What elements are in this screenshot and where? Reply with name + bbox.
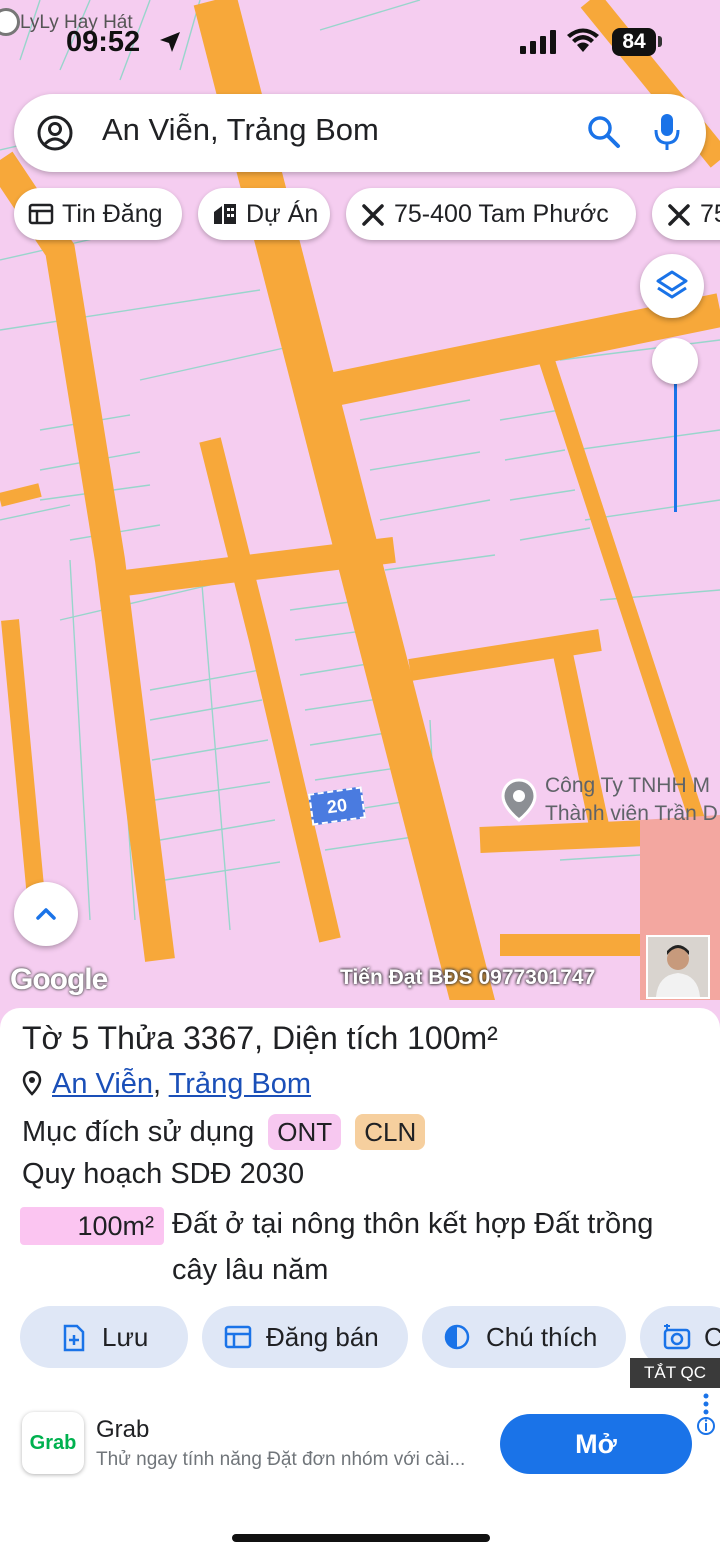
expand-sheet-button[interactable] <box>14 882 78 946</box>
tools-icon <box>668 204 690 226</box>
parcel-location: An Viễn, Trảng Bom <box>22 1068 311 1101</box>
clock: 09:52 <box>66 26 141 58</box>
watermark-text: Tiến Đạt BĐS 0977301747 <box>340 966 596 989</box>
legend-button[interactable]: Chú thích <box>422 1306 626 1368</box>
search-input[interactable]: An Viễn, Trảng Bom <box>102 112 379 148</box>
district-link[interactable]: Trảng Bom <box>169 1068 311 1100</box>
google-logo: Google <box>10 963 108 996</box>
post-sale-button[interactable]: Đăng bán <box>202 1306 408 1368</box>
chip-label: 75-400 Tam Phước <box>394 200 609 228</box>
save-button[interactable]: Lưu <box>20 1306 188 1368</box>
search-icon[interactable] <box>586 114 622 150</box>
search-bar[interactable]: An Viễn, Trảng Bom <box>14 94 706 172</box>
battery-level: 84 <box>612 28 656 56</box>
chip-listings[interactable]: Tin Đăng <box>14 188 182 240</box>
watermark-avatar <box>646 935 710 999</box>
ad-info-icon[interactable] <box>696 1392 716 1440</box>
chip-label: Dự Án <box>246 200 319 228</box>
location-arrow-icon <box>160 32 180 52</box>
layers-icon <box>656 270 688 299</box>
cell-signal-icon <box>520 30 556 54</box>
usage-tag-cln: CLN <box>355 1114 426 1150</box>
usage-label: Mục đích sử dụng <box>22 1116 255 1148</box>
ad-open-button[interactable]: Mở <box>500 1414 692 1474</box>
chip-saved-search[interactable]: 75-400 Tam Phước <box>346 188 636 240</box>
tools-icon <box>362 204 384 226</box>
grab-logo[interactable]: Grab <box>22 1412 84 1474</box>
usage-tag-ont: ONT <box>268 1114 342 1150</box>
usage-row: Mục đích sử dụng ONT CLN <box>22 1114 426 1150</box>
location-pin-icon <box>22 1070 42 1096</box>
listing-icon <box>28 203 54 225</box>
ad-text[interactable]: Thử ngay tính năng Đặt đơn nhóm với cài.… <box>96 1449 465 1471</box>
close-ad-button[interactable]: TẮT QC <box>630 1358 720 1388</box>
plan-label: Quy hoạch SDĐ 2030 <box>22 1158 305 1190</box>
camera-label: C <box>704 1322 720 1352</box>
battery-tip <box>658 36 662 47</box>
save-icon <box>63 1324 85 1352</box>
chip-projects[interactable]: Dự Án <box>198 188 330 240</box>
legend-icon <box>444 1324 470 1350</box>
zoom-slider-handle[interactable] <box>652 338 698 384</box>
status-bar: LyLy Hay Hát 09:52 84 <box>0 0 720 80</box>
ad-title[interactable]: Grab <box>96 1416 149 1444</box>
chip-label: 75 <box>700 200 720 228</box>
wifi-icon <box>567 28 599 52</box>
poi-label-line1[interactable]: Công Ty TNHH M <box>545 774 710 798</box>
commune-link[interactable]: An Viễn <box>52 1068 153 1100</box>
chip-label: Tin Đăng <box>62 200 163 228</box>
home-indicator[interactable] <box>232 1534 490 1542</box>
plan-area-box: 100m² <box>20 1207 164 1245</box>
parcel-title: Tờ 5 Thửa 3367, Diện tích 100m² <box>22 1020 498 1056</box>
save-label: Lưu <box>102 1322 149 1352</box>
camera-icon <box>663 1324 691 1350</box>
post-sale-icon <box>224 1325 252 1349</box>
legend-label: Chú thích <box>486 1322 598 1352</box>
zoom-slider-track[interactable] <box>674 384 677 512</box>
carrier-icon <box>0 8 20 36</box>
plan-description-line1: Đất ở tại nông thôn kết hợp Đất trồng <box>172 1208 654 1240</box>
plan-description-line2: cây lâu năm <box>172 1254 329 1286</box>
location-separator: , <box>153 1068 169 1100</box>
layers-button[interactable] <box>640 254 704 318</box>
chip-saved-search-2[interactable]: 75 <box>652 188 720 240</box>
building-icon <box>214 204 236 224</box>
chevron-up-icon <box>36 908 56 920</box>
microphone-icon[interactable] <box>654 112 680 152</box>
poi-label-line2[interactable]: Thành viên Trần D <box>545 802 718 826</box>
account-icon[interactable] <box>36 114 74 152</box>
post-sale-label: Đăng bán <box>266 1322 379 1352</box>
